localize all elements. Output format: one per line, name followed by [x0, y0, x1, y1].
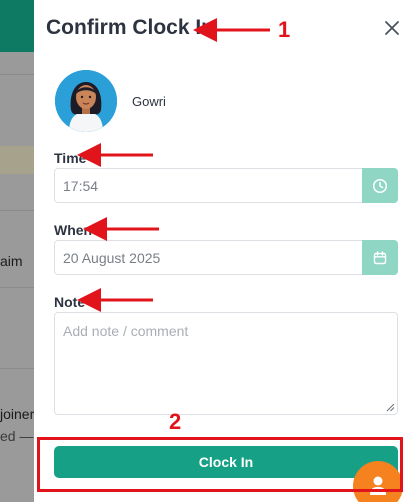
- when-value: 20 August 2025: [63, 250, 161, 266]
- background-text: ed —: [0, 428, 34, 444]
- annotation-label: 1: [278, 17, 291, 42]
- chat-fab-button[interactable]: [353, 461, 403, 502]
- time-input[interactable]: 17:54: [54, 168, 398, 203]
- note-textarea[interactable]: Add note / comment: [54, 312, 398, 415]
- background-text: joiner: [0, 406, 34, 422]
- background-header: [0, 0, 34, 52]
- clock-in-button[interactable]: Clock In: [54, 446, 398, 478]
- background-divider: [0, 74, 34, 75]
- when-label: When: [54, 222, 93, 238]
- close-icon[interactable]: [382, 18, 402, 38]
- user-name: Gowri: [132, 94, 166, 109]
- time-value: 17:54: [63, 178, 99, 194]
- note-label: Note: [54, 294, 86, 310]
- clock-icon[interactable]: [362, 168, 398, 203]
- note-placeholder: Add note / comment: [63, 323, 189, 339]
- confirm-clock-in-drawer: Confirm Clock In Gowri Time 17:54 When 2…: [34, 0, 412, 502]
- calendar-icon[interactable]: [362, 240, 398, 275]
- when-input[interactable]: 20 August 2025: [54, 240, 398, 275]
- background-page: aim joiner ed —: [0, 0, 34, 502]
- background-divider: [0, 368, 34, 369]
- time-label: Time: [54, 150, 87, 166]
- avatar: [55, 70, 117, 132]
- background-text: aim: [0, 253, 23, 269]
- resize-grip-icon[interactable]: [386, 403, 395, 412]
- person-icon: [370, 476, 386, 495]
- background-divider: [0, 287, 34, 288]
- drawer-title: Confirm Clock In: [46, 16, 215, 39]
- background-highlight-row: [0, 146, 34, 174]
- background-divider: [0, 210, 34, 211]
- annotation-label: 2: [169, 409, 182, 434]
